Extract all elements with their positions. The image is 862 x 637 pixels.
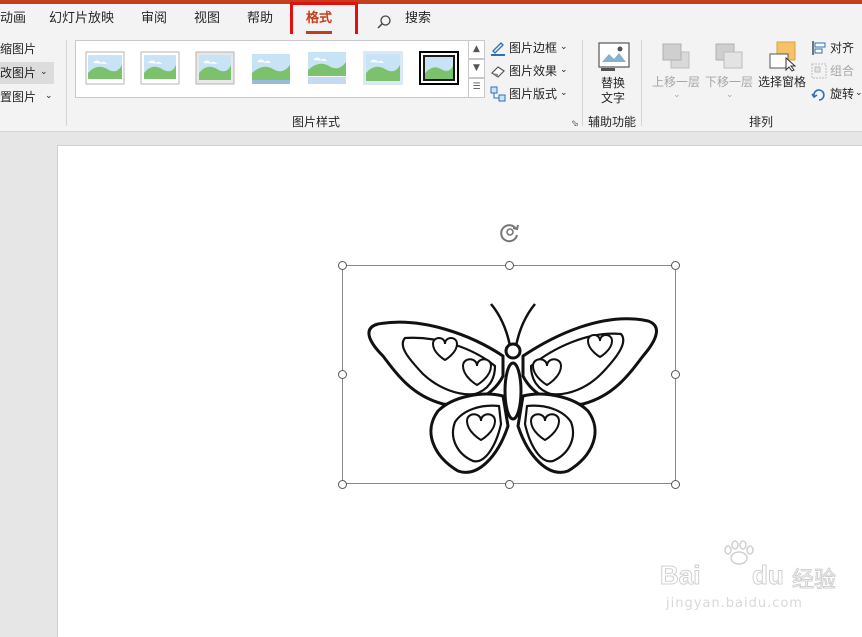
paw-icon [724, 540, 754, 565]
selected-picture[interactable] [342, 265, 676, 484]
align-icon [812, 41, 826, 55]
bring-forward-button[interactable]: 上移一层 [652, 75, 700, 89]
picture-styles-gallery [75, 40, 485, 98]
tab-review[interactable]: 审阅 [141, 10, 167, 27]
resize-handle-top[interactable] [505, 261, 514, 270]
alt-text-label-line2[interactable]: 文字 [601, 91, 625, 105]
resize-handle-bottom-left[interactable] [338, 480, 347, 489]
picture-effects-icon [491, 66, 505, 78]
chevron-down-icon: ⌄ [726, 90, 734, 100]
group-separator [641, 40, 642, 126]
resize-handle-bottom[interactable] [505, 480, 514, 489]
picture-layout-button[interactable]: 图片版式 [509, 87, 557, 101]
watermark-suffix: 经验 [791, 568, 837, 594]
group-button[interactable]: 组合 [830, 64, 854, 78]
align-button[interactable]: 对齐 [830, 41, 854, 55]
gallery-scroll-up[interactable]: ▲ [468, 40, 485, 59]
send-backward-icon [715, 43, 743, 69]
group-separator [582, 40, 583, 126]
change-picture-button[interactable]: 改图片 [0, 66, 36, 80]
arrange-group-label: 排列 [749, 115, 774, 129]
butterfly-image [367, 303, 658, 474]
alt-text-label-line1[interactable]: 替换 [601, 76, 625, 90]
picture-styles-group-label: 图片样式 [292, 115, 341, 129]
picture-style-thumbnail[interactable] [251, 51, 291, 85]
gallery-scroll-down[interactable]: ▼ [468, 59, 485, 78]
tab-search[interactable]: 搜索 [405, 10, 431, 27]
search-icon [377, 15, 391, 29]
bring-forward-icon [662, 43, 690, 69]
chevron-down-icon: ⌄ [560, 65, 568, 75]
tab-animations[interactable]: 动画 [0, 10, 26, 27]
ribbon-tab-bar: 动画 幻灯片放映 审阅 视图 帮助 格式 搜索 [0, 4, 862, 34]
resize-handle-right[interactable] [671, 370, 680, 379]
chevron-down-icon: ⌄ [855, 88, 862, 98]
resize-handle-left[interactable] [338, 370, 347, 379]
picture-style-thumbnail[interactable] [307, 51, 347, 85]
group-separator [66, 40, 67, 126]
watermark-brand2: du [752, 560, 785, 591]
ribbon: 缩图片 改图片 ⌄ 置图片 ⌄ ▲ ▼ ☰ 图片边框 ⌄ 图片效果 ⌄ 图片版式… [0, 34, 862, 132]
picture-border-icon [491, 42, 505, 56]
format-tab-highlight [290, 2, 358, 38]
picture-style-thumbnail[interactable] [363, 51, 403, 85]
resize-handle-top-right[interactable] [671, 261, 680, 270]
chevron-down-icon: ⌄ [45, 91, 53, 101]
picture-style-thumbnail[interactable] [140, 51, 180, 85]
chevron-down-icon: ⌄ [560, 88, 568, 98]
reset-picture-button[interactable]: 置图片 [0, 90, 36, 104]
rotate-button[interactable]: 旋转 [830, 87, 854, 101]
compress-pictures-button[interactable]: 缩图片 [0, 42, 36, 56]
chevron-down-icon: ⌄ [560, 42, 568, 52]
watermark-brand: Bai [659, 560, 701, 591]
picture-style-thumbnail[interactable] [85, 51, 125, 85]
gallery-more[interactable]: ☰ [468, 78, 485, 98]
alt-text-icon [598, 42, 630, 71]
picture-layout-icon [490, 86, 506, 102]
baidu-watermark: Bai du 经验 jingyan.baidu.com [659, 540, 860, 620]
accessibility-group-label: 辅助功能 [588, 115, 637, 129]
picture-style-thumbnail[interactable] [195, 51, 235, 85]
picture-style-thumbnail[interactable] [419, 51, 459, 85]
resize-handle-bottom-right[interactable] [671, 480, 680, 489]
tab-help[interactable]: 帮助 [247, 10, 273, 27]
rotate-handle-icon[interactable] [498, 220, 522, 244]
picture-effects-button[interactable]: 图片效果 [509, 64, 557, 78]
picture-border-button[interactable]: 图片边框 [509, 41, 557, 55]
send-backward-button[interactable]: 下移一层 [705, 75, 753, 89]
tab-slideshow[interactable]: 幻灯片放映 [49, 10, 114, 27]
chevron-down-icon: ⌄ [40, 67, 48, 77]
rotate-icon [811, 89, 825, 101]
selection-pane-icon [769, 41, 797, 72]
resize-handle-top-left[interactable] [338, 261, 347, 270]
selection-pane-button[interactable]: 选择窗格 [758, 75, 806, 89]
watermark-url: jingyan.baidu.com [666, 596, 803, 611]
group-icon [811, 63, 827, 79]
tab-view[interactable]: 视图 [194, 10, 220, 27]
chevron-down-icon: ⌄ [673, 90, 681, 100]
dialog-launcher-icon[interactable]: ⬂ [571, 117, 579, 131]
